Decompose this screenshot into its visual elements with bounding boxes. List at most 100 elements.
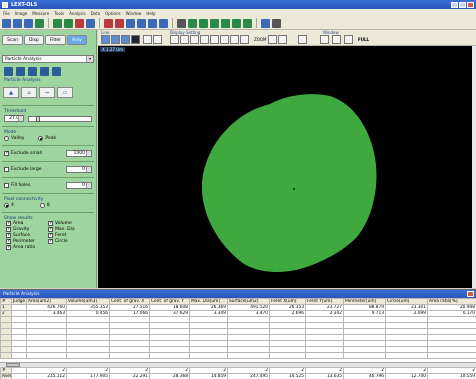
mode-valley-radio[interactable] — [4, 136, 9, 141]
copy-icon[interactable] — [53, 18, 62, 28]
save-icon[interactable] — [24, 18, 33, 28]
warning-icon[interactable] — [344, 35, 353, 44]
line-mode-icon[interactable] — [121, 35, 130, 44]
result-option-checkbox[interactable] — [6, 244, 11, 250]
result-option-label: Perimeter — [13, 239, 35, 244]
full-button[interactable]: FULL — [358, 37, 369, 42]
tab-scan[interactable]: Scan — [2, 35, 23, 45]
threshold-value[interactable]: 27.06 — [4, 115, 24, 122]
grid-icon[interactable] — [268, 35, 277, 44]
menu-item-image[interactable]: Image — [15, 11, 28, 16]
table-row[interactable] — [0, 352, 476, 359]
profile-icon[interactable] — [115, 18, 124, 28]
maximize-icon[interactable] — [459, 1, 466, 8]
grid-icon[interactable] — [232, 18, 241, 28]
new-icon[interactable] — [2, 18, 11, 28]
search-icon[interactable] — [177, 18, 186, 28]
trash-icon[interactable] — [16, 67, 25, 76]
window-icon[interactable] — [320, 35, 329, 44]
measure-icon[interactable]: ⌂ — [21, 87, 37, 98]
column-header[interactable]: Cent. of grav. X — [109, 298, 150, 305]
display-icon[interactable] — [200, 35, 209, 44]
exclude-small-input[interactable]: 1000 — [66, 150, 92, 157]
connectivity-8-radio[interactable] — [39, 203, 45, 208]
particle-icon[interactable] — [4, 67, 13, 76]
paste-icon[interactable] — [64, 18, 73, 28]
ruler-icon[interactable] — [104, 18, 113, 28]
line-icon[interactable] — [199, 18, 208, 28]
line-mode-icon[interactable] — [101, 35, 110, 44]
arrow-icon[interactable] — [278, 35, 287, 44]
help-icon[interactable] — [261, 18, 270, 28]
column-header[interactable]: Judge — [11, 298, 27, 305]
zoom-icon[interactable] — [86, 18, 95, 28]
tab-disp[interactable]: Disp — [23, 35, 44, 45]
menu-item-analysis[interactable]: Analysis — [69, 11, 85, 16]
copy-icon[interactable] — [28, 67, 37, 76]
execute-icon[interactable]: ⇒ — [39, 87, 55, 98]
connectivity-4-radio[interactable] — [4, 203, 9, 208]
display-icon[interactable] — [220, 35, 229, 44]
mode-tabs: Scan Disp Filter Anly — [0, 30, 96, 47]
display-icon[interactable] — [170, 35, 179, 44]
display-icon[interactable] — [230, 35, 239, 44]
report-icon[interactable] — [272, 18, 281, 28]
menu-item-file[interactable]: File — [3, 11, 10, 16]
square-icon[interactable] — [153, 35, 162, 44]
line-mode-icon[interactable] — [131, 35, 140, 44]
menu-item-data[interactable]: Data — [91, 11, 101, 16]
circle-icon[interactable] — [221, 18, 230, 28]
threshold-slider-handle[interactable] — [36, 115, 41, 122]
menu-item-help[interactable]: Help — [146, 11, 155, 16]
display-icon[interactable] — [210, 35, 219, 44]
divider — [2, 193, 94, 194]
result-option-label: Area ratio — [13, 245, 36, 250]
rough-icon[interactable] — [148, 18, 157, 28]
arrow-icon[interactable] — [243, 18, 252, 28]
exclude-large-checkbox[interactable] — [4, 167, 9, 172]
window-icon[interactable] — [332, 35, 341, 44]
results-table: # Judge Area[um2] Volume[um3] Cent. of grav.… — [0, 298, 476, 359]
microscope-image[interactable]: X 1.27 Um — [98, 46, 476, 288]
result-option-checkbox[interactable] — [48, 238, 53, 244]
mode-peak-radio[interactable] — [38, 136, 44, 141]
measure-icon[interactable] — [188, 18, 197, 28]
menu-item-window[interactable]: Window — [126, 11, 142, 16]
print-icon[interactable] — [35, 18, 44, 28]
layer-icon[interactable] — [298, 35, 307, 44]
column-header[interactable]: Cent. of grav. Y — [149, 298, 190, 305]
fill-holes-input[interactable]: 0 — [66, 182, 92, 189]
area-icon[interactable] — [126, 18, 135, 28]
menu-item-measure[interactable]: Measure — [32, 11, 49, 16]
warning-icon[interactable]: ▲ — [3, 87, 19, 98]
display-icon[interactable] — [240, 35, 249, 44]
angle-icon[interactable] — [210, 18, 219, 28]
export-icon[interactable] — [40, 67, 49, 76]
window-icon[interactable]: ▭ — [57, 87, 73, 98]
step-icon[interactable] — [137, 18, 146, 28]
analysis-select[interactable]: Particle Analysis ▾ — [2, 55, 94, 63]
open-icon[interactable] — [13, 18, 22, 28]
summary-cell: 46.796 — [343, 373, 386, 379]
tab-filter[interactable]: Filter — [44, 35, 67, 45]
close-icon[interactable] — [467, 291, 474, 297]
menu-item-options[interactable]: Options — [105, 11, 120, 16]
menu-item-tools[interactable]: Tools — [54, 11, 64, 16]
menu-bar: File Image Measure Tools Analysis Data Options… — [0, 9, 476, 17]
stop-icon[interactable] — [143, 35, 152, 44]
image-vertical-scrollbar[interactable] — [472, 46, 476, 288]
line-mode-icon[interactable] — [111, 35, 120, 44]
display-icon[interactable] — [190, 35, 199, 44]
particle-icon[interactable] — [159, 18, 168, 28]
fill-holes-checkbox[interactable] — [4, 183, 9, 188]
undo-icon[interactable] — [75, 18, 84, 28]
close-icon[interactable] — [467, 1, 474, 8]
threshold-slider[interactable] — [28, 115, 92, 122]
zoom-label[interactable]: ZOOM — [254, 37, 267, 42]
minimize-icon[interactable] — [451, 1, 458, 8]
exclude-small-checkbox[interactable] — [4, 150, 9, 156]
report-icon[interactable] — [52, 67, 61, 76]
display-icon[interactable] — [180, 35, 189, 44]
exclude-large-input[interactable]: 0 — [66, 166, 92, 173]
tab-anly[interactable]: Anly — [67, 35, 87, 45]
